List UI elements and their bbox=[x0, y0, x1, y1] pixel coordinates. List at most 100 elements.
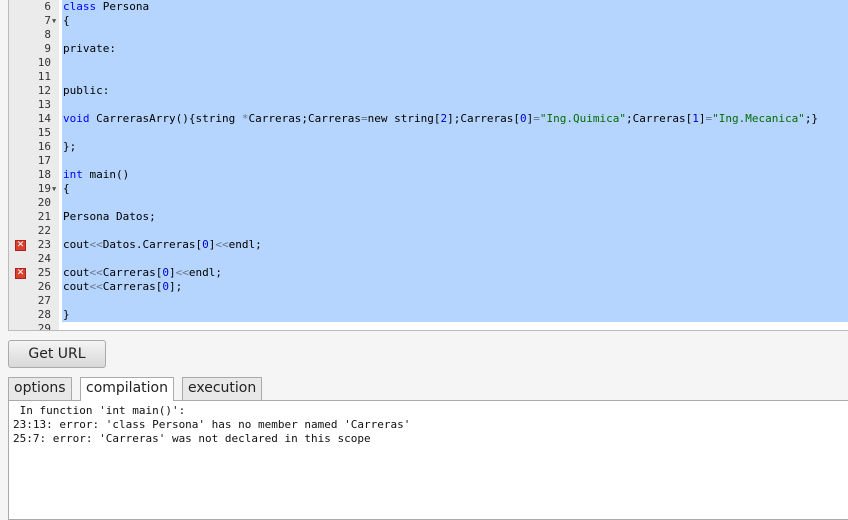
line-number: 19 bbox=[37, 182, 51, 195]
code-token: << bbox=[89, 266, 103, 279]
code-token: = bbox=[361, 112, 368, 125]
line-number: 7 bbox=[44, 14, 51, 27]
tab-compilation[interactable]: compilation bbox=[80, 377, 174, 401]
code-line[interactable]: ✕ 25 cout<<Carreras[0]<<endl; bbox=[9, 266, 848, 280]
code-token: class bbox=[63, 0, 97, 13]
code-token: CarrerasArry(){string bbox=[89, 112, 242, 125]
code-text: Persona Datos; bbox=[63, 210, 156, 224]
code-token: ;Carreras[ bbox=[625, 112, 693, 125]
code-line[interactable]: 9 private: bbox=[9, 42, 848, 56]
code-text: int main() bbox=[63, 168, 129, 182]
code-text: { bbox=[63, 182, 70, 196]
selection-highlight bbox=[62, 98, 848, 112]
code-text: public: bbox=[63, 84, 109, 98]
code-token: ] bbox=[168, 266, 176, 279]
code-line[interactable]: 6 class Persona bbox=[9, 0, 848, 14]
line-number: 20 bbox=[37, 196, 51, 209]
code-line[interactable]: 21 Persona Datos; bbox=[9, 210, 848, 224]
selection-highlight bbox=[62, 196, 848, 210]
line-number: 29 bbox=[37, 322, 51, 331]
selection-highlight bbox=[62, 42, 848, 56]
line-number: 17 bbox=[37, 154, 51, 167]
code-text: void CarrerasArry(){string *Carreras;Car… bbox=[63, 112, 818, 126]
code-token: ];Carreras[ bbox=[447, 112, 521, 125]
selection-highlight bbox=[62, 84, 848, 98]
code-token: ;} bbox=[804, 112, 819, 125]
code-token: cout bbox=[63, 280, 90, 293]
fold-arrow-icon[interactable]: ▼ bbox=[52, 14, 56, 28]
line-number: 6 bbox=[44, 0, 51, 13]
line-number: 16 bbox=[37, 140, 51, 153]
line-number: 18 bbox=[37, 168, 51, 181]
code-line[interactable]: 10 bbox=[9, 56, 848, 70]
code-token: 0 bbox=[162, 266, 169, 279]
code-token: Persona bbox=[102, 0, 150, 13]
code-token: << bbox=[89, 280, 103, 293]
code-token: endl; bbox=[228, 238, 262, 251]
code-text: }; bbox=[63, 140, 76, 154]
code-token: Carreras[ bbox=[102, 266, 163, 279]
selection-highlight bbox=[62, 28, 848, 42]
code-line[interactable]: 22 bbox=[9, 224, 848, 238]
code-line[interactable]: 20 bbox=[9, 196, 848, 210]
line-number: 25 bbox=[37, 266, 51, 279]
code-line[interactable]: 24 bbox=[9, 252, 848, 266]
code-line[interactable]: 26 cout<<Carreras[0]; bbox=[9, 280, 848, 294]
line-number: 13 bbox=[37, 98, 51, 111]
code-token: cout bbox=[63, 238, 90, 251]
code-text: cout<<Carreras[0]<<endl; bbox=[63, 266, 222, 280]
tab-options[interactable]: options bbox=[8, 377, 72, 400]
code-text: cout<<Datos.Carreras[0]<<endl; bbox=[63, 238, 262, 252]
code-line[interactable]: 15 bbox=[9, 126, 848, 140]
selection-highlight bbox=[62, 70, 848, 84]
code-token: } bbox=[63, 308, 70, 321]
code-token: endl; bbox=[188, 266, 222, 279]
output-line: In function 'int main()': bbox=[13, 404, 186, 417]
code-line[interactable]: 18 int main() bbox=[9, 168, 848, 182]
code-text: private: bbox=[63, 42, 116, 56]
code-line[interactable]: 29 bbox=[9, 322, 848, 331]
line-number: 26 bbox=[37, 280, 51, 293]
code-token: Carreras[ bbox=[102, 280, 163, 293]
code-token: Carreras;Carreras bbox=[248, 112, 362, 125]
code-text: { bbox=[63, 14, 70, 28]
line-number: 24 bbox=[37, 252, 51, 265]
selection-highlight bbox=[62, 168, 848, 182]
code-token: << bbox=[175, 266, 189, 279]
code-line[interactable]: 17 bbox=[9, 154, 848, 168]
code-line[interactable]: 12 public: bbox=[9, 84, 848, 98]
code-line[interactable]: 8 bbox=[9, 28, 848, 42]
code-token: = bbox=[533, 112, 540, 125]
selection-highlight bbox=[62, 210, 848, 224]
code-text: cout<<Carreras[0]; bbox=[63, 280, 182, 294]
code-editor[interactable]: 6 class Persona 7 ▼{8 9 private: 10 11 12 public:… bbox=[8, 0, 848, 331]
code-line[interactable]: 14 void CarrerasArry(){string *Carreras;C… bbox=[9, 112, 848, 126]
selection-highlight bbox=[62, 308, 848, 322]
code-line[interactable]: 16}; bbox=[9, 140, 848, 154]
fold-arrow-icon[interactable]: ▼ bbox=[52, 182, 56, 196]
line-number: 14 bbox=[37, 112, 51, 125]
selection-highlight bbox=[62, 0, 848, 14]
code-line[interactable]: 19 ▼ { bbox=[9, 182, 848, 196]
code-line[interactable]: 27 bbox=[9, 294, 848, 308]
code-token: main() bbox=[82, 168, 130, 181]
line-number: 22 bbox=[37, 224, 51, 237]
code-token: int bbox=[63, 168, 83, 181]
get-url-button[interactable]: Get URL bbox=[8, 340, 106, 368]
code-token: << bbox=[215, 238, 229, 251]
code-line[interactable]: 28} bbox=[9, 308, 848, 322]
compilation-output: In function 'int main()': 23:13: error: '… bbox=[8, 400, 848, 520]
code-token: }; bbox=[63, 140, 77, 153]
line-number: 12 bbox=[37, 84, 51, 97]
code-token: ]; bbox=[168, 280, 183, 293]
tab-execution[interactable]: execution bbox=[182, 377, 263, 400]
line-number: 15 bbox=[37, 126, 51, 139]
code-line[interactable]: ✕ 23 cout<<Datos.Carreras[0]<<endl; bbox=[9, 238, 848, 252]
code-line[interactable]: 13 bbox=[9, 98, 848, 112]
code-token: { bbox=[63, 182, 70, 195]
output-line: 25:7: error: 'Carreras' was not declared… bbox=[13, 432, 371, 445]
code-line[interactable]: 11 bbox=[9, 70, 848, 84]
selection-highlight bbox=[62, 252, 848, 266]
code-token: << bbox=[89, 238, 103, 251]
code-line[interactable]: 7 ▼ { bbox=[9, 14, 848, 28]
